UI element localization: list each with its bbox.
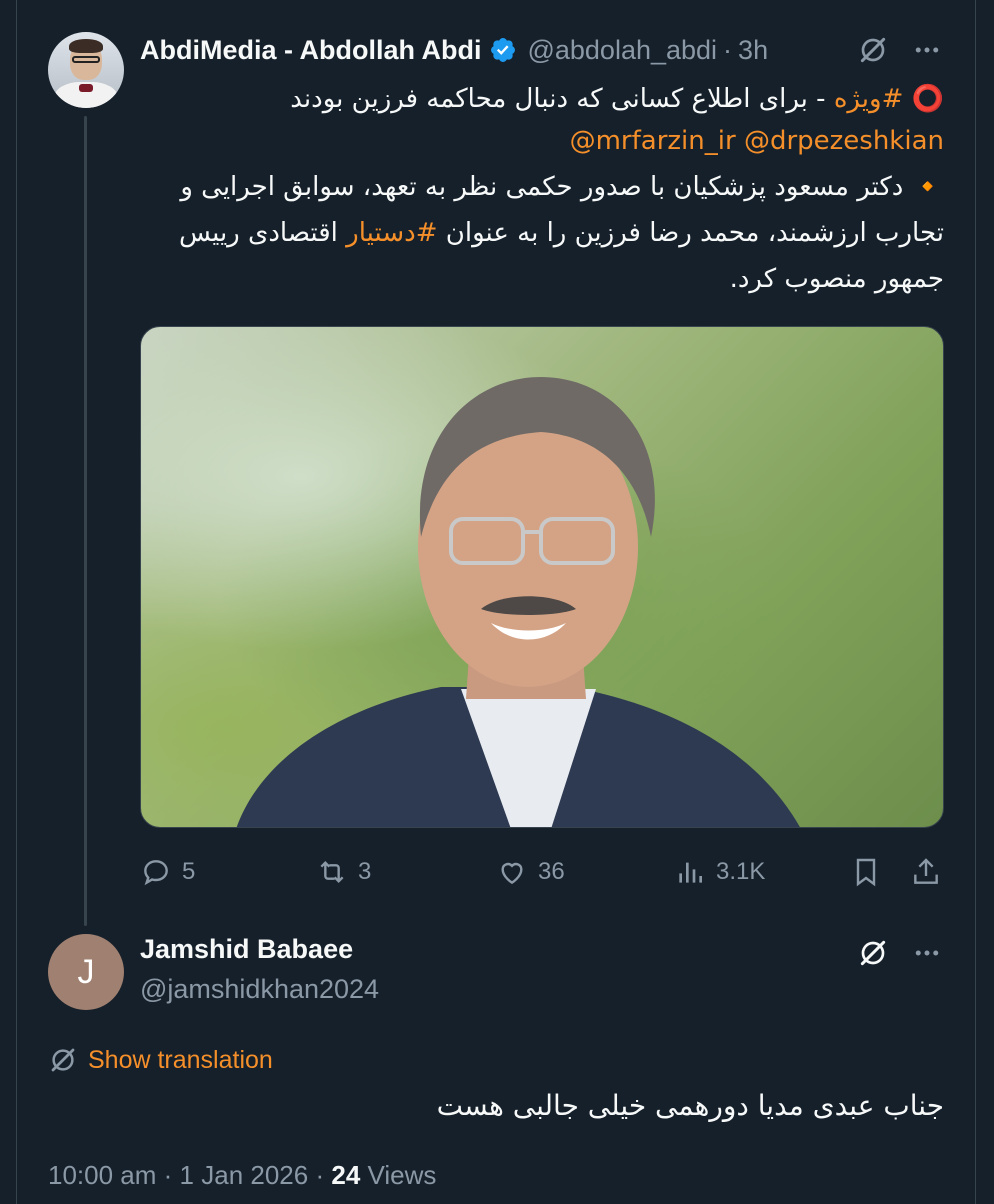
meta-separator-2: · [315,1160,325,1190]
mention-mrfarzin[interactable]: @mrfarzin_ir [570,126,736,156]
reply-views-count: 24 [331,1160,361,1190]
verified-badge-icon [491,38,516,62]
reply-text: جناب عبدی مدیا دورهمی خیلی جالبی هست [436,1089,944,1122]
view-count: 3.1K [716,858,766,885]
reply-meta: 10:00 am · 1 Jan 2026 · 24 Views [48,1160,436,1191]
tweet-actions: 5 3 36 3.1K [140,850,944,894]
reply-count: 5 [182,858,196,885]
tweet-text-line-1: ⭕️ #ویژه - برای اطلاع کسانی که دنبال محا… [140,76,944,122]
like-button[interactable]: 36 [496,850,565,894]
share-icon [914,858,938,884]
repost-icon [320,860,344,884]
reply-icon [144,860,168,886]
like-count: 36 [538,858,565,885]
orange-diamond-emoji: 🔸 [911,172,944,202]
hashtag-vizheh[interactable]: #ویژه [834,84,904,114]
tweet-photo[interactable] [140,326,944,828]
avatar-bowtie-shape [79,84,93,92]
tweet-timestamp[interactable]: 3h [738,35,768,66]
reply-author-avatar[interactable]: J [48,934,124,1010]
portrait-photo [236,377,800,827]
bookmark-button[interactable] [850,850,882,894]
author-avatar[interactable] [48,32,124,108]
show-translation-label: Show translation [88,1045,273,1074]
tweet-mentions: @mrfarzin_ir @drpezeshkian [140,118,944,164]
reply-author-name[interactable]: Jamshid Babaee [140,934,353,965]
tweet-line-1-text: - برای اطلاع کسانی که دنبال محاکمه فرزین… [290,84,834,114]
reply-more-options-icon[interactable] [910,936,944,970]
reply-grok-icon[interactable] [856,936,890,970]
meta-separator-1: · [163,1160,173,1190]
avatar-glasses-shape [72,56,100,63]
bookmark-icon [856,858,876,887]
share-button[interactable] [910,850,942,894]
repost-button[interactable]: 3 [316,850,371,894]
author-display-name[interactable]: AbdiMedia - Abdollah Abdi [140,35,481,66]
avatar-hair-shape [69,39,103,53]
hashtag-dastyar[interactable]: #دستیار [346,218,437,248]
more-options-icon[interactable] [910,33,944,67]
translate-grok-icon [51,1048,75,1072]
reply-author-handle[interactable]: @jamshidkhan2024 [140,974,379,1005]
views-button[interactable]: 3.1K [674,850,765,894]
show-translation-link[interactable]: Show translation [48,1042,273,1078]
header-separator: · [723,34,733,65]
reply-date[interactable]: 1 Jan 2026 [180,1160,309,1190]
grok-icon[interactable] [856,33,890,67]
red-circle-emoji: ⭕️ [911,84,944,114]
tweet-header: AbdiMedia - Abdollah Abdi @abdolah_abdi … [140,32,768,68]
reply-time[interactable]: 10:00 am [48,1160,156,1190]
thread-connector [84,116,87,926]
repost-count: 3 [358,858,372,885]
views-icon [679,862,702,883]
tweet-text-body: 🔸 دکتر مسعود پزشکیان با صدور حکمی نظر به… [140,164,944,302]
author-handle[interactable]: @abdolah_abdi [527,35,717,66]
heart-icon [501,862,523,885]
mention-drpezeshkian[interactable]: @drpezeshkian [744,126,944,156]
reply-views-label: Views [367,1160,437,1190]
reply-button[interactable]: 5 [140,850,195,894]
